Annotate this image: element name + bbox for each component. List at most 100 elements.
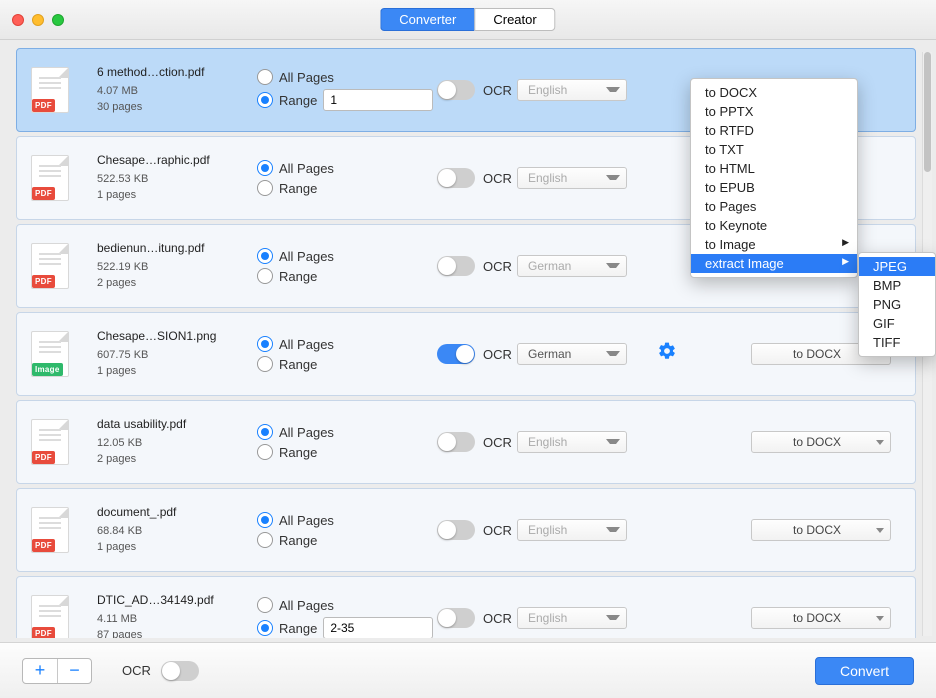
format-dropdown[interactable]: to DOCX: [751, 431, 891, 453]
file-size: 522.19 KB: [97, 259, 257, 276]
file-size: 522.53 KB: [97, 171, 257, 188]
ocr-toggle[interactable]: [437, 344, 475, 364]
radio-all-pages[interactable]: [257, 512, 273, 528]
window-controls: [12, 14, 64, 26]
ocr-toggle[interactable]: [437, 80, 475, 100]
language-dropdown[interactable]: English: [517, 519, 627, 541]
format-menu[interactable]: to DOCXto PPTXto RTFDto TXTto HTMLto EPU…: [690, 78, 858, 278]
ocr-col: OCR: [437, 80, 517, 100]
file-size: 4.07 MB: [97, 83, 257, 100]
file-meta: DTIC_AD…34149.pdf4.11 MB87 pages: [97, 593, 257, 639]
file-size: 12.05 KB: [97, 435, 257, 452]
language-dropdown[interactable]: English: [517, 167, 627, 189]
file-icon: PDF: [31, 507, 73, 553]
fmt-col: to DOCX: [751, 519, 901, 541]
filetype-badge: Image: [32, 363, 63, 376]
file-pages: 1 pages: [97, 539, 257, 556]
ocr-label: OCR: [483, 347, 512, 362]
range-input[interactable]: [323, 89, 433, 111]
format-dropdown[interactable]: to DOCX: [751, 519, 891, 541]
file-row[interactable]: PDFdata usability.pdf12.05 KB2 pagesAll …: [16, 400, 916, 484]
add-button[interactable]: +: [23, 659, 57, 683]
format-submenu[interactable]: JPEGBMPPNGGIFTIFF: [858, 252, 936, 357]
zoom-icon[interactable]: [52, 14, 64, 26]
radio-range[interactable]: [257, 444, 273, 460]
language-dropdown[interactable]: German: [517, 255, 627, 277]
pages-options: All PagesRange: [257, 332, 437, 376]
menu-item[interactable]: to Image: [691, 235, 857, 254]
file-row[interactable]: ImageChesape…SION1.png607.75 KB1 pagesAl…: [16, 312, 916, 396]
menu-item[interactable]: to RTFD: [691, 121, 857, 140]
radio-all-pages[interactable]: [257, 336, 273, 352]
pages-options: All PagesRange: [257, 508, 437, 552]
ocr-toggle[interactable]: [437, 432, 475, 452]
submenu-item[interactable]: BMP: [859, 276, 935, 295]
radio-all-pages[interactable]: [257, 597, 273, 613]
submenu-item[interactable]: JPEG: [859, 257, 935, 276]
submenu-item[interactable]: PNG: [859, 295, 935, 314]
file-pages: 2 pages: [97, 275, 257, 292]
range-input[interactable]: [323, 617, 433, 638]
radio-all-pages[interactable]: [257, 160, 273, 176]
menu-item[interactable]: to PPTX: [691, 102, 857, 121]
menu-item[interactable]: to Keynote: [691, 216, 857, 235]
radio-all-pages[interactable]: [257, 424, 273, 440]
radio-range[interactable]: [257, 620, 273, 636]
language-dropdown[interactable]: English: [517, 607, 627, 629]
ocr-toggle[interactable]: [437, 256, 475, 276]
minimize-icon[interactable]: [32, 14, 44, 26]
gear-icon[interactable]: [657, 341, 677, 367]
radio-range[interactable]: [257, 92, 273, 108]
ocr-label: OCR: [483, 259, 512, 274]
file-meta: Chesape…raphic.pdf522.53 KB1 pages: [97, 153, 257, 204]
ocr-label: OCR: [483, 435, 512, 450]
language-dropdown[interactable]: English: [517, 79, 627, 101]
ocr-toggle[interactable]: [437, 520, 475, 540]
range-label: Range: [279, 93, 317, 108]
menu-item[interactable]: to DOCX: [691, 83, 857, 102]
file-row[interactable]: PDF document_.pdf 68.84 KB1 pagesAll Pages…: [16, 488, 916, 572]
pages-options: All PagesRange: [257, 65, 437, 115]
radio-range[interactable]: [257, 356, 273, 372]
scroll-thumb[interactable]: [924, 52, 931, 172]
menu-item[interactable]: to Pages: [691, 197, 857, 216]
file-icon: PDF: [31, 419, 73, 465]
range-label: Range: [279, 357, 317, 372]
radio-all-pages[interactable]: [257, 69, 273, 85]
ocr-toggle[interactable]: [437, 168, 475, 188]
file-name: document_.pdf: [97, 505, 257, 519]
submenu-item[interactable]: GIF: [859, 314, 935, 333]
convert-button[interactable]: Convert: [815, 657, 914, 685]
file-meta: 6 method…ction.pdf4.07 MB30 pages: [97, 65, 257, 116]
file-name: data usability.pdf: [97, 417, 257, 431]
menu-item[interactable]: to EPUB: [691, 178, 857, 197]
file-size: 68.84 KB: [97, 523, 257, 540]
file-icon: PDF: [31, 243, 73, 289]
ocr-global-toggle[interactable]: [161, 661, 199, 681]
radio-range[interactable]: [257, 268, 273, 284]
menu-item[interactable]: extract Image: [691, 254, 857, 273]
tab-converter[interactable]: Converter: [380, 8, 474, 31]
all-pages-label: All Pages: [279, 161, 334, 176]
radio-range[interactable]: [257, 180, 273, 196]
filetype-badge: PDF: [32, 275, 55, 288]
file-icon: PDF: [31, 595, 73, 638]
lang-col: English: [517, 79, 647, 101]
close-icon[interactable]: [12, 14, 24, 26]
tab-creator[interactable]: Creator: [474, 8, 555, 31]
file-name: Chesape…SION1.png: [97, 329, 257, 343]
file-pages: 1 pages: [97, 363, 257, 380]
language-dropdown[interactable]: English: [517, 431, 627, 453]
ocr-toggle[interactable]: [437, 608, 475, 628]
language-dropdown[interactable]: German: [517, 343, 627, 365]
remove-button[interactable]: −: [57, 659, 91, 683]
radio-range[interactable]: [257, 532, 273, 548]
lang-col: English: [517, 431, 647, 453]
format-dropdown[interactable]: to DOCX: [751, 607, 891, 629]
menu-item[interactable]: to TXT: [691, 140, 857, 159]
menu-item[interactable]: to HTML: [691, 159, 857, 178]
fmt-col: to DOCX: [751, 607, 901, 629]
file-row[interactable]: PDFDTIC_AD…34149.pdf4.11 MB87 pagesAll P…: [16, 576, 916, 638]
radio-all-pages[interactable]: [257, 248, 273, 264]
submenu-item[interactable]: TIFF: [859, 333, 935, 352]
